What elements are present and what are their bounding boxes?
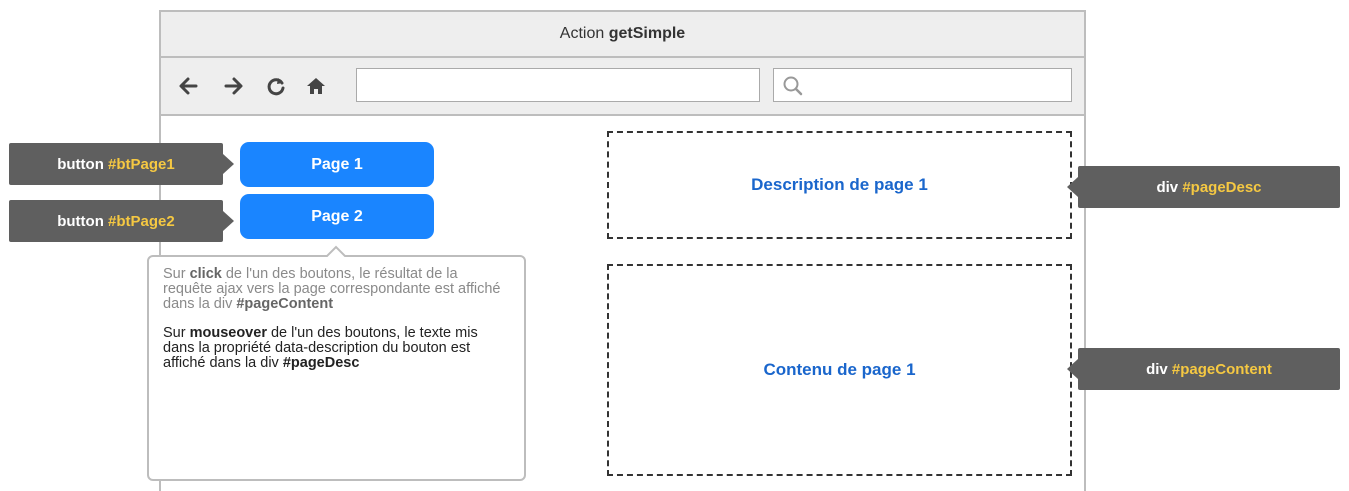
callout-btpage1: button #btPage1 — [9, 143, 234, 185]
tooltip-mouseover-paragraph: Sur mouseover de l'un des boutons, le te… — [163, 326, 493, 371]
back-arrow-icon[interactable] — [177, 75, 199, 97]
callout-btpage1-prefix: button — [57, 155, 104, 173]
window-title: Action getSimple — [161, 12, 1084, 58]
url-input[interactable] — [356, 68, 760, 102]
tooltip-p2-bold-mouseover: mouseover — [189, 325, 267, 341]
tooltip-p2-bold-target: #pageDesc — [282, 355, 360, 371]
tooltip-p2-text-a: Sur — [163, 325, 190, 341]
callout-btpage1-id: #btPage1 — [108, 155, 175, 173]
page1-button[interactable]: Page 1 — [240, 142, 434, 187]
tooltip-notch — [326, 245, 346, 264]
tooltip-p1-bold-target: #pageContent — [236, 296, 334, 312]
callout-btpage2-id: #btPage2 — [108, 212, 175, 230]
callout-btpage2-prefix: button — [57, 212, 104, 230]
tooltip-p1-bold-click: click — [189, 266, 222, 282]
reload-icon[interactable] — [265, 75, 287, 97]
browser-toolbar — [161, 58, 1084, 116]
page-content-text: Contenu de page 1 — [763, 360, 916, 379]
tooltip-click-paragraph: Sur click de l'un des boutons, le résult… — [163, 267, 508, 312]
window-title-prefix: Action — [559, 25, 605, 42]
callout-pagecontent-prefix: div — [1146, 360, 1168, 378]
search-icon — [783, 76, 803, 96]
callout-pagecontent: div #pageContent — [1067, 348, 1340, 390]
page-desc-area: Description de page 1 — [607, 131, 1072, 239]
callout-pagedesc: div #pageDesc — [1067, 166, 1340, 208]
window-title-bold: getSimple — [608, 25, 686, 42]
callout-pagedesc-id: #pageDesc — [1182, 178, 1262, 196]
page2-button[interactable]: Page 2 — [240, 194, 434, 239]
callout-pagecontent-id: #pageContent — [1171, 360, 1272, 378]
forward-arrow-icon[interactable] — [223, 75, 245, 97]
home-icon[interactable] — [305, 75, 327, 97]
search-input[interactable] — [773, 68, 1072, 102]
page-desc-text: Description de page 1 — [751, 175, 928, 194]
callout-pagedesc-prefix: div — [1156, 178, 1179, 196]
tooltip-p1-text-a: Sur — [163, 266, 190, 282]
callout-btpage2: button #btPage2 — [9, 200, 234, 242]
page-content-area: Contenu de page 1 — [607, 264, 1072, 476]
tooltip-bubble: Sur click de l'un des boutons, le résult… — [147, 255, 526, 481]
